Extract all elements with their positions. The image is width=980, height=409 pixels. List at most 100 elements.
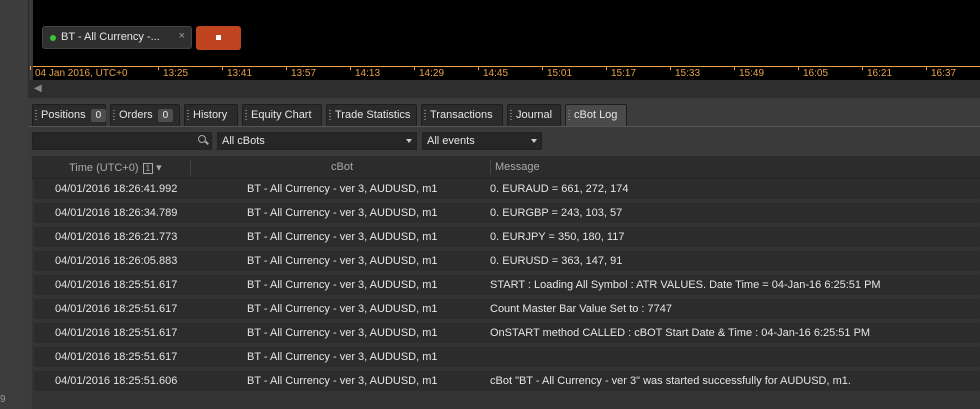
cbot-instance-chip[interactable]: BT - All Currency -... × xyxy=(42,26,192,49)
gutter-digit: 9 xyxy=(0,394,6,405)
tab-label: Equity Chart xyxy=(251,109,312,121)
events-filter-value: All events xyxy=(427,135,475,147)
time-axis-tick: 16:05 xyxy=(797,66,829,79)
grid-rows: 04/01/2016 18:26:41.992 BT - All Currenc… xyxy=(32,179,980,409)
column-divider[interactable] xyxy=(490,159,491,175)
tab-trade-statistics[interactable]: Trade Statistics xyxy=(326,104,417,126)
grip-icon xyxy=(510,110,512,122)
column-header-cbot[interactable]: cBot xyxy=(331,161,353,173)
table-row[interactable]: 04/01/2016 18:26:21.773 BT - All Currenc… xyxy=(34,227,980,247)
cell-message: OnSTART method CALLED : cBOT Start Date … xyxy=(490,327,871,339)
cell-time: 04/01/2016 18:26:05.883 xyxy=(55,255,178,267)
count-badge: 0 xyxy=(157,109,174,122)
column-header-message[interactable]: Message xyxy=(495,161,540,173)
cell-message: 0. EURJPY = 350, 180, 117 xyxy=(490,231,625,243)
cell-message: START : Loading All Symbol : ATR VALUES.… xyxy=(490,279,881,291)
cell-time: 04/01/2016 18:25:51.617 xyxy=(55,327,178,339)
table-row[interactable]: 04/01/2016 18:25:51.617 BT - All Currenc… xyxy=(34,347,980,367)
table-row[interactable]: 04/01/2016 18:25:51.617 BT - All Currenc… xyxy=(34,299,980,319)
cell-cbot: BT - All Currency - ver 3, AUDUSD, m1 xyxy=(247,375,438,387)
sort-desc-icon: ▾ xyxy=(153,162,162,174)
grip-icon xyxy=(113,110,115,122)
cell-cbot: BT - All Currency - ver 3, AUDUSD, m1 xyxy=(247,351,438,363)
cell-cbot: BT - All Currency - ver 3, AUDUSD, m1 xyxy=(247,279,438,291)
cbot-log-grid: Time (UTC+0) 1 ▾ cBot Message 04/01/2016 … xyxy=(32,156,980,409)
running-status-icon xyxy=(50,35,56,41)
cell-message: Count Master Bar Value Set to : 7747 xyxy=(490,303,673,315)
cell-time: 04/01/2016 18:26:34.789 xyxy=(55,207,178,219)
time-axis-tick: 13:25 xyxy=(157,66,189,79)
table-row[interactable]: 04/01/2016 18:26:34.789 BT - All Currenc… xyxy=(34,203,980,223)
cell-time: 04/01/2016 18:25:51.606 xyxy=(55,375,178,387)
time-axis-tick: 13:41 xyxy=(221,66,253,79)
time-axis-tick: 14:45 xyxy=(477,66,509,79)
bottom-panel: Positions 0 Orders 0 History Equity Chart … xyxy=(28,98,980,409)
tab-transactions[interactable]: Transactions xyxy=(421,104,503,126)
tab-cbot-log[interactable]: cBot Log xyxy=(565,104,627,126)
events-filter-select[interactable]: All events xyxy=(422,132,542,150)
close-icon[interactable]: × xyxy=(179,30,185,42)
grip-icon xyxy=(187,110,189,122)
cell-message: 0. EURUSD = 363, 147, 91 xyxy=(490,255,623,267)
cbots-filter-select[interactable]: All cBots xyxy=(217,132,417,150)
grip-icon xyxy=(245,110,247,122)
cell-time: 04/01/2016 18:26:21.773 xyxy=(55,231,178,243)
chart-horizontal-scrollbar[interactable]: ◀ xyxy=(28,80,980,99)
table-row[interactable]: 04/01/2016 18:26:41.992 BT - All Currenc… xyxy=(34,179,980,199)
time-axis-tick: 15:33 xyxy=(669,66,701,79)
time-axis-tick: 16:21 xyxy=(861,66,893,79)
cell-message: cBot "BT - All Currency - ver 3" was sta… xyxy=(490,375,851,387)
time-axis-tick: 15:49 xyxy=(733,66,765,79)
cbot-instance-label: BT - All Currency -... xyxy=(61,31,160,43)
tab-equity-chart[interactable]: Equity Chart xyxy=(242,104,322,126)
tab-journal[interactable]: Journal xyxy=(507,104,561,126)
cell-message: 0. EURGBP = 243, 103, 57 xyxy=(490,207,623,219)
grip-icon xyxy=(35,110,37,122)
time-axis: 04 Jan 2016, UTC+0 13:25 13:41 13:57 14:… xyxy=(30,66,980,81)
tab-history[interactable]: History xyxy=(184,104,238,126)
chevron-down-icon xyxy=(406,139,412,143)
time-axis-tick: 15:01 xyxy=(541,66,573,79)
grip-icon xyxy=(424,110,426,122)
tab-label: Orders xyxy=(119,109,153,121)
tab-label: Positions xyxy=(41,109,86,121)
cell-cbot: BT - All Currency - ver 3, AUDUSD, m1 xyxy=(247,231,438,243)
time-axis-tick: 14:29 xyxy=(413,66,445,79)
time-axis-tick: 15:17 xyxy=(605,66,637,79)
filter-bar: All cBots All events xyxy=(28,126,980,155)
time-axis-tick: 16:37 xyxy=(925,66,957,79)
stop-icon xyxy=(216,35,221,40)
tab-orders[interactable]: Orders 0 xyxy=(110,104,180,126)
tab-label: Transactions xyxy=(430,109,493,121)
log-search-input[interactable] xyxy=(32,132,212,150)
column-header-time-label: Time (UTC+0) xyxy=(69,162,139,174)
cell-cbot: BT - All Currency - ver 3, AUDUSD, m1 xyxy=(247,327,438,339)
cell-time: 04/01/2016 18:25:51.617 xyxy=(55,279,178,291)
grip-icon xyxy=(329,110,331,122)
cell-message: 0. EURAUD = 661, 272, 174 xyxy=(490,183,629,195)
grid-header: Time (UTC+0) 1 ▾ cBot Message xyxy=(32,156,980,179)
cbots-filter-value: All cBots xyxy=(222,135,265,147)
cell-cbot: BT - All Currency - ver 3, AUDUSD, m1 xyxy=(247,207,438,219)
cell-cbot: BT - All Currency - ver 3, AUDUSD, m1 xyxy=(247,183,438,195)
table-row[interactable]: 04/01/2016 18:25:51.617 BT - All Currenc… xyxy=(34,275,980,295)
table-row[interactable]: 04/01/2016 18:25:51.606 BT - All Currenc… xyxy=(34,371,980,391)
column-header-time[interactable]: Time (UTC+0) 1 ▾ xyxy=(69,161,162,174)
time-axis-tick: 14:13 xyxy=(349,66,381,79)
table-row[interactable]: 04/01/2016 18:26:05.883 BT - All Currenc… xyxy=(34,251,980,271)
cell-cbot: BT - All Currency - ver 3, AUDUSD, m1 xyxy=(247,255,438,267)
cell-time: 04/01/2016 18:25:51.617 xyxy=(55,351,178,363)
table-row[interactable]: 04/01/2016 18:25:51.617 BT - All Currenc… xyxy=(34,323,980,343)
tab-label: cBot Log xyxy=(574,109,618,121)
column-divider[interactable] xyxy=(190,159,191,175)
sort-order-badge: 1 xyxy=(142,163,154,174)
tab-label: History xyxy=(193,109,228,121)
tab-label: Journal xyxy=(516,109,553,121)
left-gutter: 9 xyxy=(0,0,29,409)
grip-icon xyxy=(568,110,570,122)
stop-button[interactable] xyxy=(196,26,241,50)
tab-positions[interactable]: Positions 0 xyxy=(32,104,107,126)
cell-cbot: BT - All Currency - ver 3, AUDUSD, m1 xyxy=(247,303,438,315)
scroll-left-arrow-icon[interactable]: ◀ xyxy=(34,83,42,94)
search-icon[interactable] xyxy=(198,135,206,143)
